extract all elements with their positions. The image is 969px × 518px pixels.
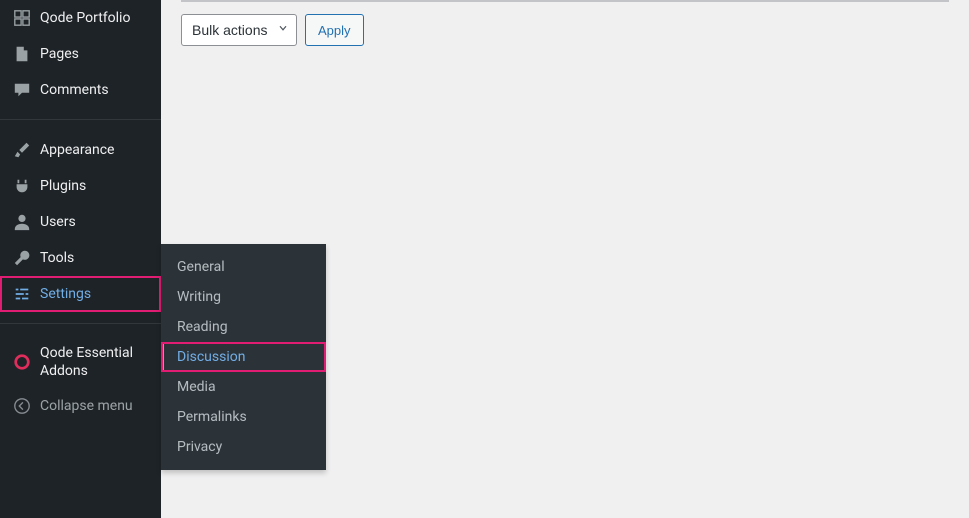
- apply-button[interactable]: Apply: [305, 14, 364, 46]
- sidebar-item-collapse[interactable]: Collapse menu: [0, 388, 161, 424]
- sidebar-item-qode-portfolio[interactable]: Qode Portfolio: [0, 0, 161, 36]
- sidebar-item-tools[interactable]: Tools: [0, 240, 161, 276]
- sidebar-label: Qode Portfolio: [40, 9, 130, 27]
- sidebar-item-qode-addons[interactable]: Qode Essential Addons: [0, 336, 161, 388]
- bulk-actions-select-wrap: Bulk actions: [181, 14, 297, 46]
- sidebar-label: Collapse menu: [40, 397, 133, 415]
- table-divider: [181, 0, 949, 2]
- sidebar-label: Plugins: [40, 177, 86, 195]
- user-icon: [12, 212, 32, 232]
- wrench-icon: [12, 248, 32, 268]
- sidebar-label: Comments: [40, 81, 109, 99]
- page-icon: [12, 44, 32, 64]
- submenu-item-media[interactable]: Media: [161, 372, 326, 402]
- sidebar-separator: [0, 108, 161, 120]
- sidebar-label: Qode Essential Addons: [40, 344, 153, 380]
- sidebar-label: Settings: [40, 285, 91, 303]
- sidebar-item-pages[interactable]: Pages: [0, 36, 161, 72]
- sidebar-label: Pages: [40, 45, 79, 63]
- sidebar-item-comments[interactable]: Comments: [0, 72, 161, 108]
- comment-icon: [12, 80, 32, 100]
- brush-icon: [12, 140, 32, 160]
- sidebar-separator: [0, 312, 161, 324]
- submenu-item-privacy[interactable]: Privacy: [161, 432, 326, 462]
- sidebar-item-users[interactable]: Users: [0, 204, 161, 240]
- settings-submenu: General Writing Reading Discussion Media…: [161, 244, 326, 470]
- submenu-item-permalinks[interactable]: Permalinks: [161, 402, 326, 432]
- grid-icon: [12, 8, 32, 28]
- submenu-item-general[interactable]: General: [161, 252, 326, 282]
- admin-sidebar: Qode Portfolio Pages Comments Appearance…: [0, 0, 161, 518]
- sidebar-label: Appearance: [40, 141, 114, 159]
- qode-icon: [12, 352, 32, 372]
- bulk-actions-select[interactable]: Bulk actions: [181, 14, 297, 46]
- submenu-item-writing[interactable]: Writing: [161, 282, 326, 312]
- collapse-icon: [12, 396, 32, 416]
- sidebar-label: Users: [40, 213, 76, 231]
- plug-icon: [12, 176, 32, 196]
- sidebar-label: Tools: [40, 249, 74, 267]
- sidebar-item-plugins[interactable]: Plugins: [0, 168, 161, 204]
- sidebar-item-settings[interactable]: Settings: [0, 276, 161, 312]
- submenu-item-discussion[interactable]: Discussion: [161, 342, 326, 372]
- bulk-actions-toolbar: Bulk actions Apply: [181, 14, 949, 46]
- sliders-icon: [12, 284, 32, 304]
- submenu-item-reading[interactable]: Reading: [161, 312, 326, 342]
- sidebar-item-appearance[interactable]: Appearance: [0, 132, 161, 168]
